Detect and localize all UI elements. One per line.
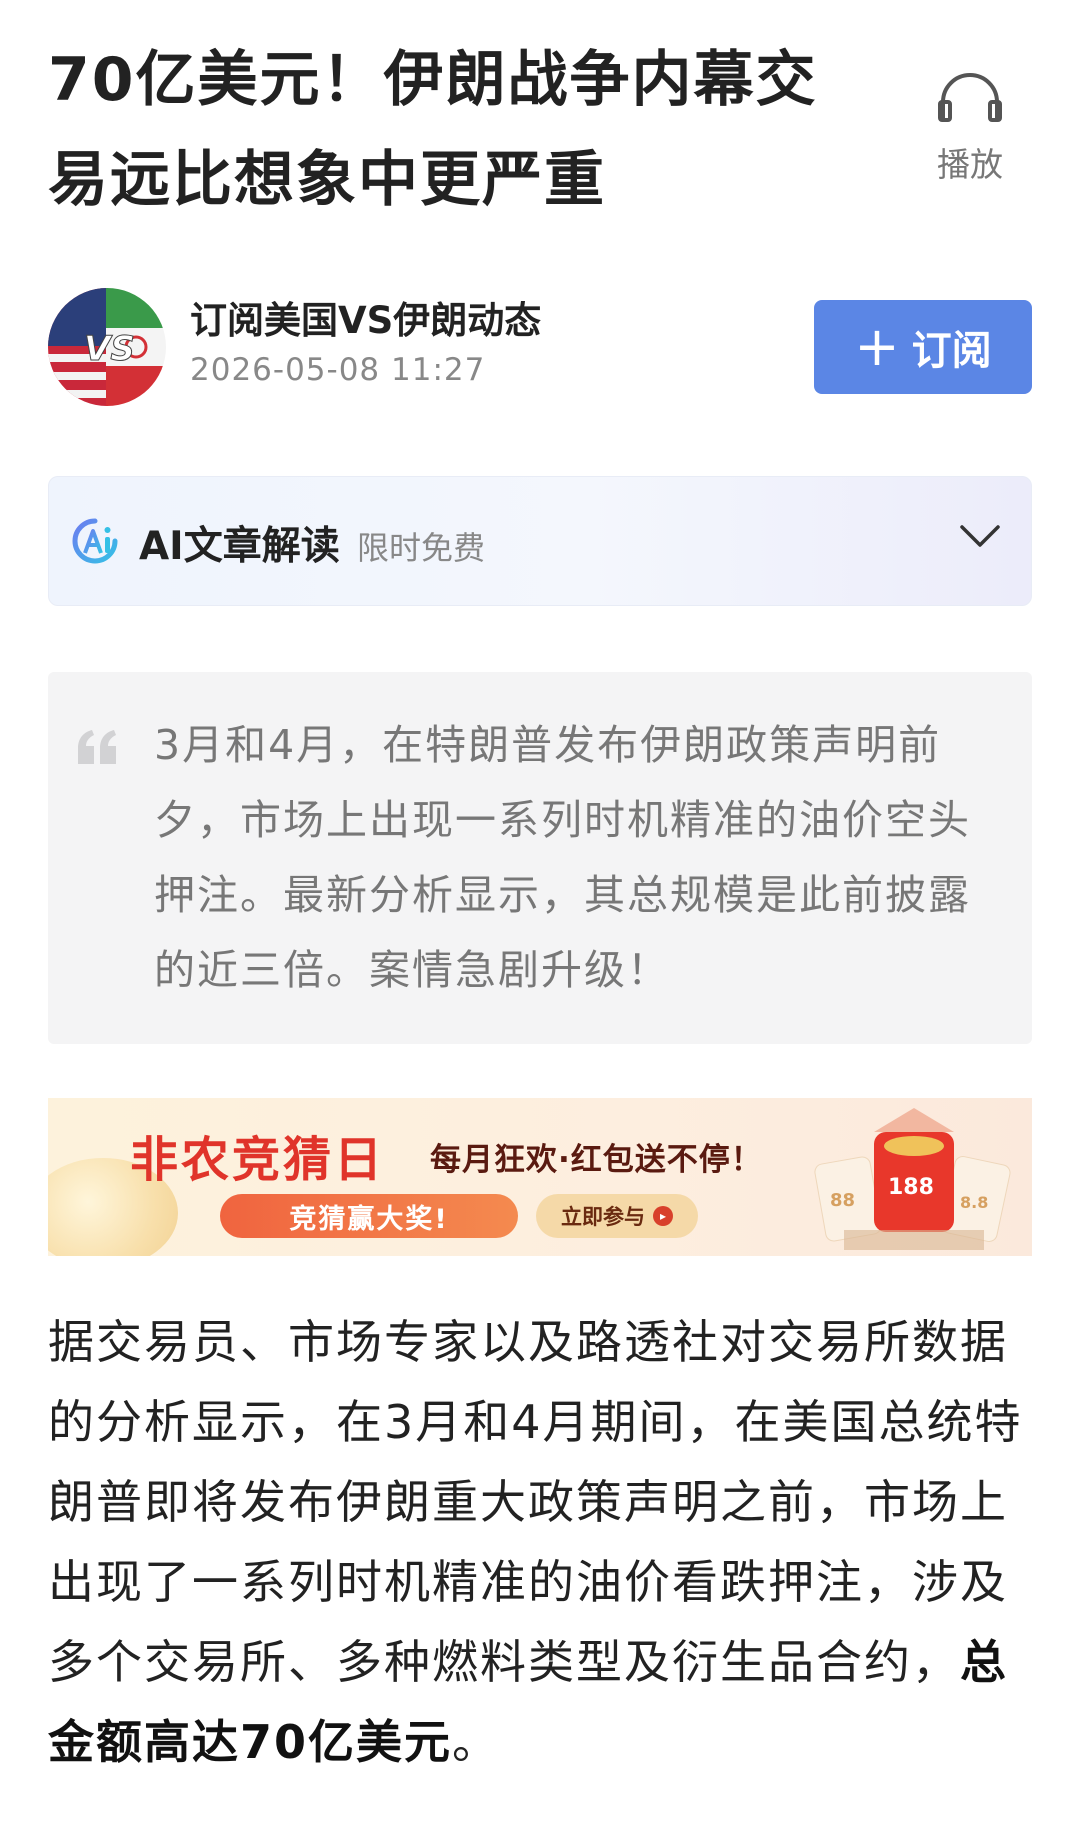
svg-text:8.8: 8.8 [960,1193,988,1212]
plus-icon: + [854,315,900,378]
avatar-text: VS [84,329,135,369]
summary-text: 3月和4月，在特朗普发布伊朗政策声明前夕，市场上出现一系列时机精准的油价空头押注… [154,721,971,994]
banner-subtitle: 每月狂欢·红包送不停！ [430,1142,763,1178]
promo-banner[interactable]: 非农竞猜日 每月狂欢·红包送不停！ 竞猜赢大奖! 立即参与 ▸ 88 8.8 1… [48,1098,1032,1256]
svg-text:188: 188 [888,1175,934,1200]
subscribe-button[interactable]: + 订阅 [814,300,1032,394]
red-envelope-icon: 88 8.8 188 [814,1108,1011,1250]
banner-join-button[interactable]: 立即参与 ▸ [536,1194,698,1238]
listen-button[interactable]: 播放 [928,72,1012,202]
paragraph-text: 据交易员、市场专家以及路透社对交易所数据的分析显示，在3月和4月期间，在美国总统… [48,1315,1023,1689]
ai-reader-bar[interactable]: AI文章解读 限时免费 [48,476,1032,606]
banner-guess-button[interactable]: 竞猜赢大奖! [220,1194,518,1238]
paragraph-end: 。 [452,1715,501,1769]
arrow-right-icon: ▸ [653,1206,673,1226]
chevron-down-icon [960,525,1000,547]
ai-reader-title: AI文章解读 [139,524,340,569]
author-name[interactable]: 订阅美国VS伊朗动态 [190,290,541,344]
article-title: 70亿美元！伊朗战争内幕交易远比想象中更严重 [48,45,818,215]
subscribe-label: 订阅 [911,328,992,374]
publish-time: 2026-05-08 11:27 [190,352,486,388]
article-page: 70亿美元！伊朗战争内幕交易远比想象中更严重 播放 VS 订阅美国VS伊朗动态 … [0,0,1080,1828]
banner-join-label: 立即参与 [561,1205,645,1229]
quote-icon [78,730,116,764]
article-paragraph: 据交易员、市场专家以及路透社对交易所数据的分析显示，在3月和4月期间，在美国总统… [48,1302,1038,1782]
ai-logo-icon [72,518,118,564]
svg-text:88: 88 [830,1190,855,1211]
listen-label: 播放 [937,145,1003,184]
banner-title: 非农竞猜日 [130,1132,386,1188]
author-row: VS 订阅美国VS伊朗动态 2026-05-08 11:27 + 订阅 [48,288,1032,408]
headphones-icon [938,73,1002,122]
article-summary: 3月和4月，在特朗普发布伊朗政策声明前夕，市场上出现一系列时机精准的油价空头押注… [48,672,1032,1044]
ai-reader-badge: 限时免费 [357,529,486,567]
avatar[interactable]: VS [48,288,166,406]
